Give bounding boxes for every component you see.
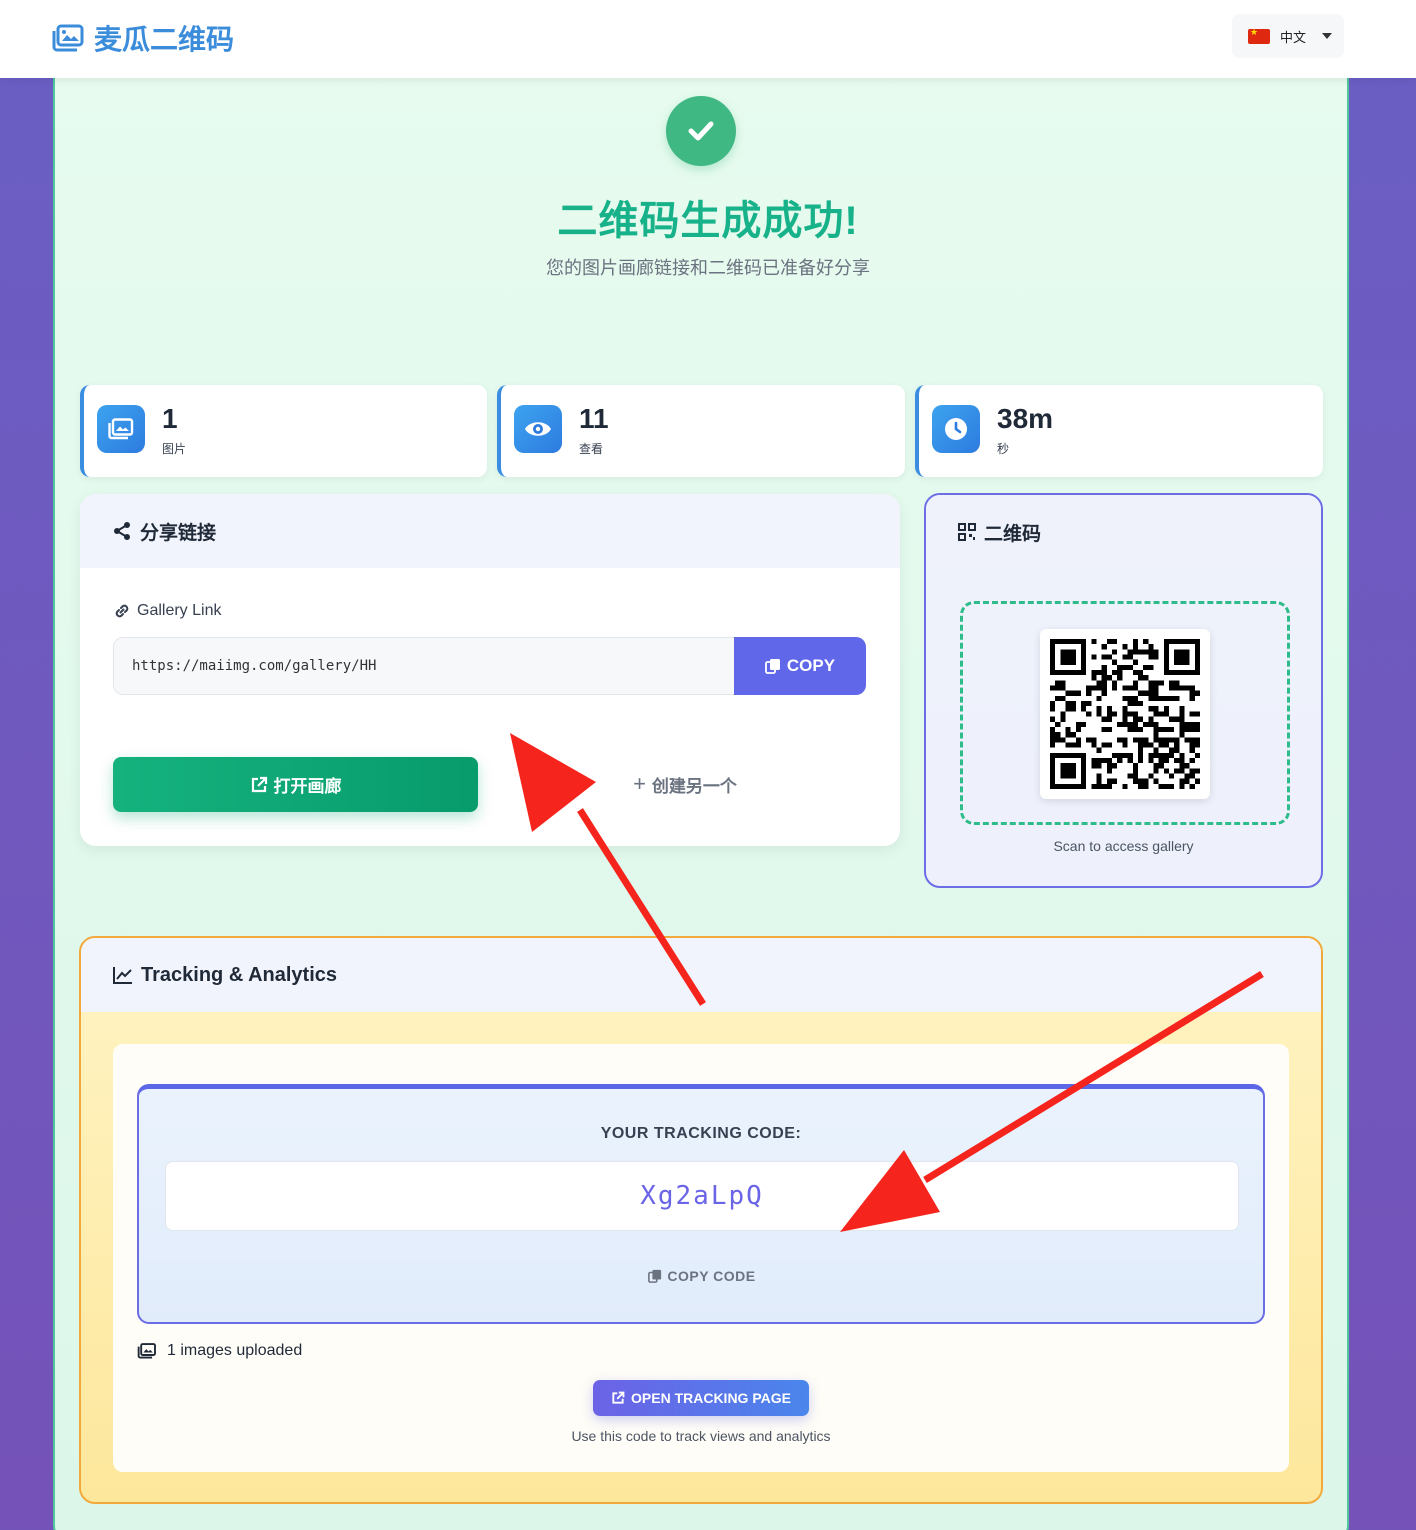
external-link-icon	[612, 1391, 625, 1404]
tracking-hint: Use this code to track views and analyti…	[571, 1428, 831, 1444]
tracking-analytics-card: Tracking & Analytics YOUR TRACKING CODE:…	[79, 936, 1323, 1504]
stat-label: 查看	[579, 442, 604, 456]
tracking-code-box: YOUR TRACKING CODE: Xg2aLpQ COPY CODE	[137, 1084, 1265, 1324]
eye-icon	[514, 405, 562, 453]
share-card-header: 分享链接	[80, 494, 900, 568]
qr-code-image	[1040, 629, 1210, 799]
tracking-code-value[interactable]: Xg2aLpQ	[165, 1161, 1239, 1231]
copy-icon	[765, 659, 780, 674]
copy-icon	[648, 1269, 662, 1283]
open-tracking-page-button[interactable]: OPEN TRACKING PAGE	[593, 1380, 809, 1416]
language-selector[interactable]: 中文	[1232, 14, 1344, 58]
copy-code-label: COPY CODE	[667, 1268, 756, 1284]
brand-logo[interactable]: 麦瓜二维码	[52, 18, 234, 58]
stat-card-views: 11 查看	[497, 385, 905, 477]
qr-card-title: 二维码	[984, 523, 1042, 545]
copy-link-button[interactable]: COPY	[734, 637, 866, 695]
stat-label: 图片	[162, 442, 187, 456]
stat-value: 1	[162, 403, 178, 434]
link-icon	[115, 604, 129, 618]
china-flag-icon	[1248, 27, 1270, 44]
images-uploaded-status: 1 images uploaded	[137, 1342, 302, 1360]
brand-name: 麦瓜二维码	[94, 24, 235, 55]
open-gallery-label: 打开画廊	[273, 777, 342, 796]
open-gallery-button[interactable]: 打开画廊	[113, 757, 478, 812]
create-another-label: 创建另一个	[651, 776, 737, 796]
tracking-card-title: Tracking & Analytics	[141, 963, 337, 986]
open-tracking-label: OPEN TRACKING PAGE	[631, 1390, 791, 1406]
stat-value: 38m	[997, 403, 1054, 434]
tracking-card-header: Tracking & Analytics	[81, 938, 1321, 1012]
chart-line-icon	[113, 967, 132, 984]
qr-caption: Scan to access gallery	[1053, 838, 1194, 854]
top-nav: 麦瓜二维码 中文	[0, 0, 1416, 78]
images-uploaded-text: 1 images uploaded	[167, 1342, 303, 1359]
share-icon	[114, 522, 130, 540]
stat-card-time: 38m 秒	[915, 385, 1323, 477]
external-link-icon	[251, 776, 267, 792]
stat-value: 11	[579, 403, 609, 434]
clock-icon	[932, 405, 980, 453]
images-icon	[97, 405, 145, 453]
share-link-card: 分享链接 Gallery Link COPY 打开画廊 + 创建另一个	[80, 494, 900, 846]
tracking-panel: YOUR TRACKING CODE: Xg2aLpQ COPY CODE 1 …	[113, 1044, 1289, 1472]
copy-code-button[interactable]: COPY CODE	[637, 1261, 767, 1291]
check-circle-icon	[666, 96, 736, 166]
page-title: 二维码生成成功!	[557, 199, 859, 243]
copy-link-label: COPY	[786, 656, 836, 675]
share-card-title: 分享链接	[140, 522, 217, 544]
tracking-code-label: YOUR TRACKING CODE:	[600, 1125, 802, 1142]
gallery-link-label: Gallery Link	[113, 602, 221, 620]
stat-label: 秒	[997, 442, 1010, 456]
language-label: 中文	[1280, 29, 1307, 45]
caret-down-icon	[1322, 33, 1333, 39]
plus-icon: +	[633, 771, 646, 796]
gallery-link-label-text: Gallery Link	[137, 602, 222, 619]
qrcode-icon	[958, 523, 976, 541]
images-icon	[137, 1343, 156, 1359]
page-subtitle: 您的图片画廊链接和二维码已准备好分享	[546, 258, 870, 278]
gallery-link-input[interactable]	[113, 637, 735, 695]
qr-code-card: 二维码 Scan to access gallery	[924, 493, 1323, 888]
create-another-button[interactable]: + 创建另一个	[610, 764, 760, 804]
qr-card-header: 二维码	[926, 495, 1321, 569]
stat-card-images: 1 图片	[80, 385, 487, 477]
images-icon	[52, 24, 84, 52]
